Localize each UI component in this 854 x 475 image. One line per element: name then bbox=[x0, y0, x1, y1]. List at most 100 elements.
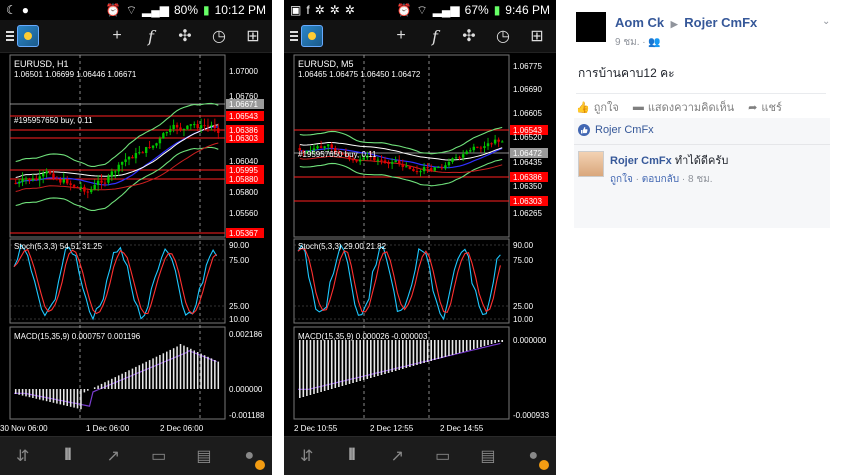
menu-icon[interactable] bbox=[6, 31, 14, 41]
crosshair-icon[interactable]: + bbox=[108, 27, 126, 45]
price-axis-label: 1.06472 bbox=[513, 149, 542, 158]
candle-body bbox=[412, 169, 415, 172]
stoch-axis-label: 90.00 bbox=[229, 241, 250, 250]
facebook-post: Aom Ck ▶ Rojer CmFx 9 ชม. · 👥 ⌄ การบ้านค… bbox=[566, 0, 836, 475]
candle-body bbox=[69, 183, 72, 185]
nav-chart-icon[interactable]: ⫴ bbox=[56, 444, 80, 468]
price-axis-label: 1.06605 bbox=[513, 109, 542, 118]
candle-body bbox=[316, 146, 319, 149]
nav-quotes-icon[interactable]: ⇵ bbox=[295, 444, 319, 468]
notification-icon: ✲ bbox=[314, 3, 325, 17]
nav-history-icon[interactable]: ▭ bbox=[147, 444, 171, 468]
price-axis-label: 1.05995 bbox=[229, 166, 258, 175]
candle-body bbox=[165, 132, 168, 134]
candle-body bbox=[28, 178, 31, 181]
menu-icon[interactable] bbox=[290, 31, 298, 41]
candle-body bbox=[35, 178, 38, 180]
notification-icon: ▣ bbox=[290, 3, 302, 17]
share-label: แชร์ bbox=[761, 102, 782, 114]
macd-axis-label: 0.000000 bbox=[229, 385, 263, 394]
clock-icon[interactable]: ◷ bbox=[210, 27, 228, 45]
candle-body bbox=[500, 141, 504, 143]
stoch-main-line bbox=[13, 243, 218, 321]
candle-body bbox=[48, 171, 52, 174]
chevron-down-icon[interactable]: ⌄ bbox=[822, 16, 832, 27]
nav-history-icon[interactable]: ▭ bbox=[431, 444, 455, 468]
candle-body bbox=[120, 162, 124, 165]
candle-body bbox=[472, 146, 476, 151]
like-reaction-icon bbox=[578, 124, 590, 136]
add-template-icon[interactable]: ⊞ bbox=[528, 27, 546, 45]
candle-body bbox=[196, 124, 199, 129]
candle-body bbox=[405, 166, 408, 168]
battery-percent: 80% bbox=[173, 3, 199, 17]
chart-area[interactable]: EURUSD, H1 1.06501 1.06699 1.06446 1.066… bbox=[0, 53, 272, 437]
comment-reply-link[interactable]: ตอบกลับ bbox=[642, 174, 679, 185]
candle-body bbox=[155, 143, 158, 146]
share-button[interactable]: ➦ แชร์ bbox=[748, 98, 782, 116]
liked-by-name[interactable]: Rojer CmFx bbox=[595, 124, 654, 136]
clock-time: 9:46 PM bbox=[505, 3, 550, 17]
candle-body bbox=[62, 179, 65, 183]
function-icon[interactable]: f bbox=[142, 27, 160, 46]
audience-icon[interactable]: 👥 bbox=[648, 37, 660, 48]
stoch-label: Stoch(5,3,3) 54.51 31.25 bbox=[14, 242, 103, 251]
recipient-name[interactable]: Rojer CmFx bbox=[684, 15, 757, 30]
candle-body bbox=[127, 156, 131, 160]
author-name[interactable]: Aom Ck bbox=[615, 15, 664, 30]
nav-quotes-icon[interactable]: ⇵ bbox=[11, 444, 35, 468]
price-axis-label: 1.06350 bbox=[513, 182, 542, 191]
candle-body bbox=[493, 139, 497, 144]
candle-body bbox=[213, 125, 217, 129]
comment-time[interactable]: 8 ชม. bbox=[688, 174, 713, 185]
app-logo[interactable] bbox=[301, 25, 323, 47]
macd-axis-label: -0.001188 bbox=[229, 411, 265, 420]
stoch-signal-line bbox=[13, 248, 217, 315]
add-template-icon[interactable]: ⊞ bbox=[244, 27, 262, 45]
like-button[interactable]: 👍 ถูกใจ bbox=[576, 98, 619, 116]
symbol-title: EURUSD, H1 bbox=[14, 59, 69, 69]
candle-body bbox=[107, 176, 110, 183]
objects-icon[interactable]: ✣ bbox=[460, 27, 478, 45]
crosshair-icon[interactable]: + bbox=[392, 27, 410, 45]
candle-body bbox=[103, 182, 107, 184]
post-time[interactable]: 9 ชม. bbox=[615, 37, 640, 48]
candle-body bbox=[465, 151, 468, 155]
nav-news-icon[interactable]: ▤ bbox=[476, 444, 500, 468]
nav-messages-icon[interactable]: ● bbox=[521, 444, 550, 470]
chart-area[interactable]: EURUSD, M5 1.06465 1.06475 1.06450 1.064… bbox=[284, 53, 556, 437]
nav-news-icon[interactable]: ▤ bbox=[192, 444, 216, 468]
nav-messages-icon[interactable]: ● bbox=[237, 444, 266, 470]
candle-body bbox=[451, 158, 454, 162]
candle-body bbox=[86, 191, 90, 193]
nav-chart-icon[interactable]: ⫴ bbox=[340, 444, 364, 468]
candle-body bbox=[490, 143, 493, 145]
app-logo[interactable] bbox=[17, 25, 39, 47]
clock-icon[interactable]: ◷ bbox=[494, 27, 512, 45]
avatar[interactable] bbox=[578, 151, 604, 177]
chart-canvas-h1[interactable]: EURUSD, H1 1.06501 1.06699 1.06446 1.066… bbox=[0, 53, 272, 437]
chart-canvas-m5[interactable]: EURUSD, M5 1.06465 1.06475 1.06450 1.064… bbox=[284, 53, 556, 437]
function-icon[interactable]: f bbox=[426, 27, 444, 46]
nav-trade-icon[interactable]: ↗ bbox=[385, 444, 409, 468]
commenter-name[interactable]: Rojer CmFx bbox=[610, 155, 672, 167]
price-axis-label: 1.06690 bbox=[513, 85, 542, 94]
comment-button[interactable]: ▬ แสดงความคิดเห็น bbox=[633, 98, 734, 116]
phone-screenshot-h1: ☾ ● ⏰ ⌔ ▂▄▆ 80% ▮ 10:12 PM + f ✣ ◷ ⊞ EUR… bbox=[0, 0, 272, 475]
comment-item: Rojer CmFx ทำได้ดีครับ ถูกใจ · ตอบกลับ ·… bbox=[574, 145, 830, 193]
nav-trade-icon[interactable]: ↗ bbox=[101, 444, 125, 468]
objects-icon[interactable]: ✣ bbox=[176, 27, 194, 45]
candle-body bbox=[93, 184, 96, 190]
comment-like-link[interactable]: ถูกใจ bbox=[610, 174, 633, 185]
avatar[interactable] bbox=[576, 12, 606, 42]
candle-body bbox=[419, 171, 422, 173]
candle-body bbox=[326, 144, 330, 147]
candle-body bbox=[90, 189, 93, 193]
candle-body bbox=[390, 162, 394, 164]
moving-average-line bbox=[15, 126, 219, 186]
candle-body bbox=[45, 171, 48, 174]
time-axis-label: 2 Dec 06:00 bbox=[160, 424, 204, 433]
candle-body bbox=[14, 183, 17, 184]
stoch-axis-label: 10.00 bbox=[513, 315, 534, 324]
post-header: Aom Ck ▶ Rojer CmFx 9 ชม. · 👥 bbox=[576, 12, 757, 50]
